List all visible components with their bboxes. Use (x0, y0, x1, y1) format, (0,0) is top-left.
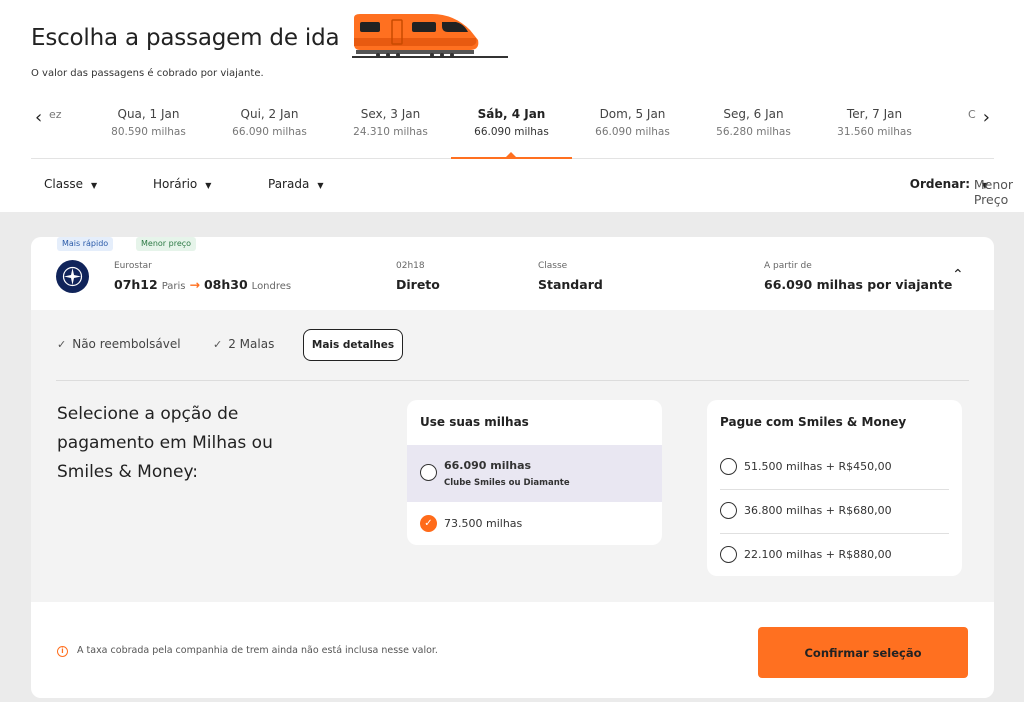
date-miles: 56.280 milhas (716, 126, 791, 138)
date-tab[interactable]: Qui, 2 Jan 66.090 milhas (209, 99, 330, 159)
class-filter[interactable]: Classe ▼ (44, 177, 97, 191)
duration: 02h18 (396, 261, 425, 271)
more-details-button[interactable]: Mais detalhes (303, 329, 403, 361)
trip-times: 07h12 Paris → 08h30 Londres (114, 277, 291, 292)
chevron-up-icon[interactable]: ⌃ (952, 267, 964, 283)
date-tab[interactable]: Dom, 5 Jan 66.090 milhas (572, 99, 693, 159)
money-option[interactable]: 22.100 milhas + R$880,00 (707, 533, 962, 576)
date-tab[interactable]: Seg, 6 Jan 56.280 milhas (693, 99, 814, 159)
train-illustration (352, 14, 508, 58)
feature-refund: ✓ Não reembolsável (57, 337, 181, 351)
time-filter-label: Horário (153, 177, 198, 191)
caret-down-icon: ▼ (317, 181, 324, 190)
money-box-title: Pague com Smiles & Money (720, 415, 907, 429)
date-partial-next: C (968, 108, 976, 121)
depart-time: 07h12 (114, 277, 158, 292)
check-icon: ✓ (57, 338, 67, 351)
date-miles: 66.090 milhas (595, 126, 670, 138)
info-icon: i (57, 646, 68, 657)
confirm-selection-button[interactable]: Confirmar seleção (758, 627, 968, 678)
page-subtitle: O valor das passagens é cobrado por viaj… (31, 68, 264, 79)
fastest-badge: Mais rápido (57, 237, 114, 251)
stops-text: Direto (396, 277, 440, 292)
sort-label: Ordenar: (909, 177, 971, 191)
miles-option-label: 73.500 milhas (444, 517, 523, 530)
date-label: Sex, 3 Jan (360, 107, 421, 121)
page-header: Escolha a passagem de ida O valor das pa… (0, 0, 1024, 212)
date-miles: 66.090 milhas (474, 126, 549, 138)
trip-summary[interactable]: Mais rápido Menor preço Eurostar 07h12 P… (31, 237, 994, 310)
radio-unchecked-icon[interactable] (420, 464, 437, 481)
chevron-right-icon[interactable]: › (983, 109, 990, 127)
trip-card: Mais rápido Menor preço Eurostar 07h12 P… (31, 237, 994, 698)
smiles-money-box: Pague com Smiles & Money 51.500 milhas +… (707, 400, 962, 576)
date-partial-prev: ez (49, 108, 62, 121)
miles-option[interactable]: 66.090 milhas Clube Smiles ou Diamante (407, 445, 662, 502)
money-option-label: 51.500 milhas + R$450,00 (744, 460, 892, 473)
page-title: Escolha a passagem de ida (31, 25, 340, 51)
time-filter[interactable]: Horário ▼ (153, 177, 211, 191)
feature-bags-label: 2 Malas (228, 337, 275, 351)
date-miles: 80.590 milhas (111, 126, 186, 138)
money-option[interactable]: 36.800 milhas + R$680,00 (707, 489, 962, 533)
lowest-price-badge: Menor preço (136, 237, 197, 251)
sort-dropdown[interactable]: Ordenar: Menor Preço ▼ (909, 177, 1013, 207)
date-label: Dom, 5 Jan (599, 107, 666, 121)
arrive-city: Londres (251, 281, 292, 292)
operator-name: Eurostar (114, 261, 152, 271)
depart-city: Paris (161, 281, 186, 292)
divider (56, 380, 969, 381)
check-icon: ✓ (213, 338, 223, 351)
date-label: Qua, 1 Jan (117, 107, 180, 121)
date-tab[interactable]: Qua, 1 Jan 80.590 milhas (88, 99, 209, 159)
card-footer: i A taxa cobrada pela companhia de trem … (31, 602, 994, 698)
stop-filter-label: Parada (268, 177, 310, 191)
radio-unchecked-icon[interactable] (720, 502, 737, 519)
miles-payment-box: Use suas milhas 66.090 milhas Clube Smil… (407, 400, 662, 545)
payment-prompt: Selecione a opção de pagamento em Milhas… (57, 404, 273, 482)
eurostar-logo-icon (56, 260, 89, 293)
radio-unchecked-icon[interactable] (720, 546, 737, 563)
miles-option-label: 66.090 milhas (444, 459, 531, 472)
stop-filter[interactable]: Parada ▼ (268, 177, 323, 191)
miles-box-title: Use suas milhas (420, 415, 529, 429)
date-tab[interactable]: Ter, 7 Jan 31.560 milhas (814, 99, 935, 159)
miles-option[interactable]: ✓ 73.500 milhas (407, 502, 662, 545)
price-value-text: 66.090 milhas por viajante (764, 277, 953, 292)
filter-bar: Classe ▼ Horário ▼ Parada ▼ Ordenar: Menor … (31, 170, 1013, 207)
price-value: 66.090 milhas por viajante (764, 277, 952, 292)
miles-option-value: 66.090 milhas (444, 459, 532, 472)
money-option[interactable]: 51.500 milhas + R$450,00 (707, 445, 962, 489)
money-option-label: 22.100 milhas + R$880,00 (744, 548, 892, 561)
money-option-label: 36.800 milhas + R$680,00 (744, 504, 892, 517)
caret-down-icon: ▼ (205, 181, 212, 190)
class-filter-label: Classe (44, 177, 83, 191)
date-label: Qui, 2 Jan (240, 107, 299, 121)
date-miles: 66.090 milhas (232, 126, 307, 138)
feature-bags: ✓ 2 Malas (213, 337, 274, 351)
sort-value: Menor Preço (973, 177, 1014, 207)
class-value-text: Standard (538, 277, 603, 292)
fee-notice: A taxa cobrada pela companhia de trem ai… (77, 645, 438, 656)
feature-refund-label: Não reembolsável (72, 337, 181, 351)
arrive-time: 08h30 (203, 277, 248, 292)
class-label: Classe (538, 261, 568, 271)
date-miles: 24.310 milhas (353, 126, 428, 138)
caret-down-icon: ▼ (90, 181, 98, 190)
arrow-right-icon: → (189, 277, 200, 292)
radio-checked-icon[interactable]: ✓ (420, 515, 437, 532)
date-label: Ter, 7 Jan (846, 107, 903, 121)
date-tab[interactable]: Sex, 3 Jan 24.310 milhas (330, 99, 451, 159)
date-label: Seg, 6 Jan (723, 107, 784, 121)
date-label: Sáb, 4 Jan (477, 107, 546, 121)
miles-option-sub: Clube Smiles ou Diamante (444, 478, 570, 488)
stops-value: Direto (396, 277, 440, 292)
class-value: Standard (538, 277, 603, 292)
price-label: A partir de (764, 261, 812, 271)
date-miles: 31.560 milhas (837, 126, 912, 138)
radio-unchecked-icon[interactable] (720, 458, 737, 475)
date-tab-selected[interactable]: Sáb, 4 Jan 66.090 milhas (451, 99, 572, 159)
date-selector: ‹ ez Qua, 1 Jan 80.590 milhas Qui, 2 Jan… (31, 99, 994, 159)
chevron-left-icon[interactable]: ‹ (35, 109, 42, 127)
